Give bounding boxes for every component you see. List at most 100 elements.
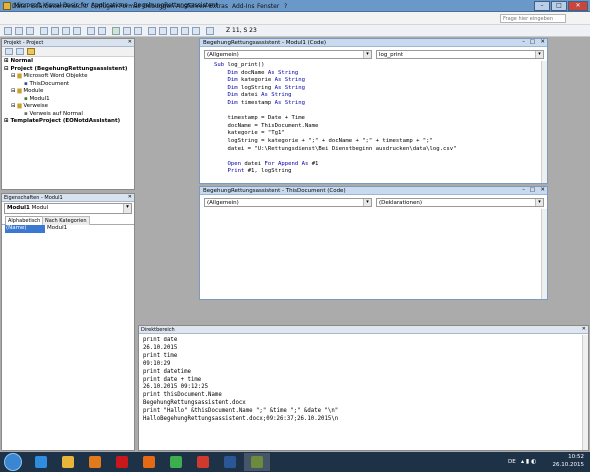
taskbar-item[interactable] [109, 453, 135, 471]
close-icon[interactable]: ✕ [540, 187, 545, 193]
folder-icon: ▆ [17, 73, 22, 79]
menu-einfuegen[interactable]: Einfügen [91, 3, 117, 10]
undo-icon[interactable] [87, 27, 95, 35]
close-icon[interactable]: ✕ [540, 39, 545, 45]
code-line: Sub log_print() [214, 62, 265, 68]
menu-fenster[interactable]: Fenster [257, 3, 279, 10]
pause-icon[interactable] [123, 27, 131, 35]
code-scrollbar[interactable] [541, 61, 547, 183]
document-icon: ▪ [24, 80, 28, 87]
minimize-icon[interactable]: – [522, 187, 525, 193]
view-object-icon[interactable] [16, 48, 24, 55]
project-explorer-icon[interactable] [159, 27, 167, 35]
immediate-line: HalloBegehungRettungsassistent.docx;09:2… [143, 416, 339, 423]
menu-add-ins[interactable]: Add-Ins [232, 3, 254, 10]
code-editor[interactable]: Sub log_print() Dim docName As String Di… [214, 62, 540, 182]
maximize-button[interactable]: □ [551, 1, 567, 11]
procedure-combo[interactable]: (Deklarationen) ▾ [376, 198, 544, 207]
immediate-scrollbar[interactable] [582, 335, 588, 450]
chevron-down-icon: ▾ [535, 199, 543, 206]
run-icon[interactable] [112, 27, 120, 35]
tab-nach-kategorien[interactable]: Nach Kategorien [42, 216, 90, 225]
vba-app-icon [3, 2, 11, 10]
view-code-icon[interactable] [5, 48, 13, 55]
property-row-name[interactable]: (Name) Modul1 [2, 225, 134, 233]
acrobat-icon [116, 456, 128, 468]
taskbar-item[interactable] [190, 453, 216, 471]
properties-icon[interactable] [170, 27, 178, 35]
clock-time[interactable]: 10:52 [544, 454, 584, 460]
menu-bearbeiten[interactable]: Bearbeiten [31, 3, 64, 10]
input-language[interactable]: DE [508, 459, 516, 465]
tree-item-modul1[interactable]: ▪ Modul1 [4, 96, 132, 104]
help-icon[interactable] [206, 27, 214, 35]
chrome-icon [170, 456, 182, 468]
taskbar-item[interactable] [82, 453, 108, 471]
tab-alphabetisch[interactable]: Alphabetisch [5, 216, 44, 225]
start-button[interactable] [4, 453, 22, 471]
code-line: Dim timestamp As String [214, 99, 305, 106]
chevron-down-icon: ▾ [363, 199, 371, 206]
toggle-folders-icon[interactable] [27, 48, 35, 55]
maximize-icon[interactable]: □ [530, 187, 535, 193]
menu-ansicht[interactable]: Ansicht [65, 3, 87, 10]
tree-item-project[interactable]: ⊟ Project (BegehungRettungsassistent) [4, 66, 132, 74]
help-search-input[interactable]: Frage hier eingeben [500, 14, 566, 23]
menu-datei[interactable]: Datei [12, 3, 28, 10]
object-combo[interactable]: (Allgemein) ▾ [204, 50, 372, 59]
folder-icon: ▆ [17, 88, 22, 94]
reset-icon[interactable] [134, 27, 142, 35]
tree-item-templateproject[interactable]: ⊞ TemplateProject (EONotdAssistant) [4, 118, 132, 126]
procedure-combo[interactable]: log_print ▾ [376, 50, 544, 59]
save-icon[interactable] [26, 27, 34, 35]
close-icon[interactable]: ✕ [128, 39, 132, 45]
menu-extras[interactable]: Extras [209, 3, 228, 10]
properties-object-select[interactable]: Modul1 Modul ▾ [4, 203, 132, 214]
toolbox-icon[interactable] [192, 27, 200, 35]
immediate-line: print "Hallo" &thisDocument.Name ";" &ti… [143, 408, 339, 415]
code-line: logString = kategorie + ";" + docName + … [214, 137, 433, 144]
close-icon[interactable]: ✕ [128, 194, 132, 200]
find-icon[interactable] [73, 27, 81, 35]
menu-format[interactable]: Format [119, 3, 140, 10]
immediate-line: print datetime [143, 368, 191, 375]
taskbar-item[interactable] [28, 453, 54, 471]
code-window-thisdocument: BegehungRettungsassistent - ThisDocument… [199, 186, 548, 300]
object-combo[interactable]: (Allgemein) ▾ [204, 198, 372, 207]
insert-module-icon[interactable] [15, 27, 23, 35]
clock-date[interactable]: 26.10.2015 [544, 462, 585, 468]
tree-item-references[interactable]: ⊟ ▆ Verweise [4, 103, 132, 111]
code-scrollbar[interactable] [541, 209, 547, 299]
code-line: datei = "U:\Rettungsdienst\Bei Dienstbeg… [214, 145, 457, 152]
chevron-down-icon: ▾ [363, 51, 371, 58]
menu-help[interactable]: ? [284, 3, 287, 10]
paste-icon[interactable] [62, 27, 70, 35]
menu-ausfuehren[interactable]: Ausführen [176, 3, 207, 10]
immediate-line: print date + time [143, 376, 202, 383]
cut-icon[interactable] [40, 27, 48, 35]
close-button[interactable]: ✕ [568, 1, 588, 11]
redo-icon[interactable] [98, 27, 106, 35]
minimize-button[interactable]: – [534, 1, 550, 11]
internet-explorer-icon [35, 456, 47, 468]
taskbar-item[interactable] [136, 453, 162, 471]
tree-item-thisdocument[interactable]: ▪ ThisDocument [4, 81, 132, 89]
design-mode-icon[interactable] [148, 27, 156, 35]
object-browser-icon[interactable] [181, 27, 189, 35]
immediate-output[interactable]: print date 26.10.2015 print time 09:10:29 pr… [143, 337, 579, 449]
tree-item-module-folder[interactable]: ⊟ ▆ Module [4, 88, 132, 96]
tree-item-word-objects[interactable]: ⊟ ▆ Microsoft Word Objekte [4, 73, 132, 81]
taskbar-item[interactable] [244, 453, 270, 471]
close-icon[interactable]: ✕ [582, 326, 586, 332]
tree-item-ref-normal[interactable]: ▪ Verweis auf Normal [4, 111, 132, 119]
taskbar-item[interactable] [163, 453, 189, 471]
tree-item-normal[interactable]: ⊞ Normal [4, 58, 132, 66]
tray-icons[interactable]: ▴ ▮ ◐ [521, 458, 536, 465]
word-view-icon[interactable] [4, 27, 12, 35]
taskbar-item[interactable] [217, 453, 243, 471]
menu-debuggen[interactable]: Debuggen [143, 3, 174, 10]
minimize-icon[interactable]: – [522, 39, 525, 45]
maximize-icon[interactable]: □ [530, 39, 535, 45]
taskbar-item[interactable] [55, 453, 81, 471]
copy-icon[interactable] [51, 27, 59, 35]
